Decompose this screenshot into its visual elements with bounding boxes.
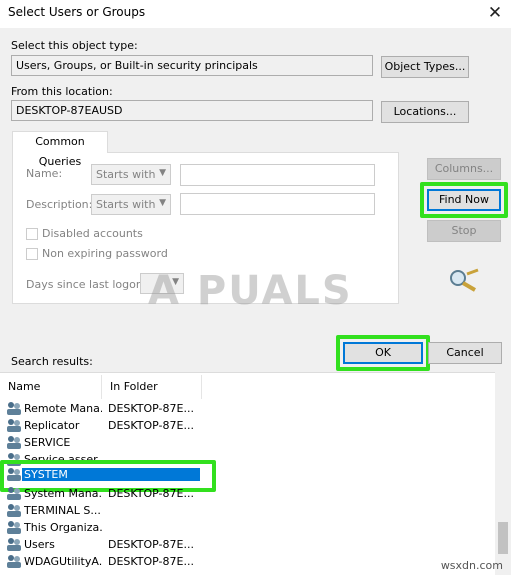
scrollbar-thumb[interactable] bbox=[498, 522, 508, 554]
location-label: From this location: bbox=[11, 85, 113, 98]
row-name: System Mana... bbox=[24, 487, 102, 500]
search-results-list: Name In Folder Remote Mana... DESKTOP-87… bbox=[0, 372, 511, 575]
object-types-button[interactable]: Object Types... bbox=[381, 56, 469, 78]
description-input[interactable] bbox=[180, 193, 375, 215]
chevron-down-icon: ▼ bbox=[159, 198, 166, 208]
user-group-icon bbox=[7, 402, 21, 415]
results-scrollbar[interactable] bbox=[495, 372, 511, 575]
description-label: Description: bbox=[26, 198, 93, 211]
name-starts-with-value: Starts with bbox=[96, 168, 156, 181]
window-title: Select Users or Groups bbox=[8, 5, 146, 19]
row-name: TERMINAL S... bbox=[24, 504, 101, 517]
table-row[interactable]: Users DESKTOP-87E... bbox=[0, 536, 495, 553]
user-group-icon bbox=[7, 436, 21, 449]
row-name: Users bbox=[24, 538, 55, 551]
name-input[interactable] bbox=[180, 164, 375, 186]
disabled-accounts-checkbox[interactable] bbox=[26, 228, 38, 240]
description-starts-with-select[interactable]: Starts with ▼ bbox=[91, 194, 171, 215]
row-name: This Organiza... bbox=[24, 521, 102, 534]
object-type-label: Select this object type: bbox=[11, 39, 138, 52]
table-row[interactable]: TERMINAL S... bbox=[0, 502, 495, 519]
search-results-label: Search results: bbox=[11, 355, 93, 368]
row-name: Replicator bbox=[24, 419, 80, 432]
days-since-logon-label: Days since last logon: bbox=[26, 278, 147, 291]
row-name: WDAGUtilityA... bbox=[24, 555, 102, 568]
user-group-icon bbox=[7, 538, 21, 551]
columns-button[interactable]: Columns... bbox=[427, 158, 501, 180]
title-bar: Select Users or Groups ✕ bbox=[0, 0, 511, 28]
description-starts-with-value: Starts with bbox=[96, 198, 156, 211]
table-row[interactable]: SERVICE bbox=[0, 434, 495, 451]
select-users-dialog: Select Users or Groups ✕ Select this obj… bbox=[0, 0, 511, 575]
user-group-icon bbox=[7, 419, 21, 432]
user-group-icon bbox=[7, 468, 21, 481]
row-name: SERVICE bbox=[24, 436, 71, 449]
table-row[interactable]: System Mana... DESKTOP-87E... bbox=[0, 485, 495, 502]
table-row[interactable]: WDAGUtilityA... DESKTOP-87E... bbox=[0, 553, 495, 570]
location-field: DESKTOP-87EAUSD bbox=[11, 100, 373, 121]
user-group-icon bbox=[7, 521, 21, 534]
table-row-selected[interactable]: SYSTEM bbox=[0, 466, 495, 483]
row-folder: DESKTOP-87E... bbox=[108, 487, 194, 500]
name-label: Name: bbox=[26, 167, 63, 180]
row-name: Service asser... bbox=[24, 453, 102, 466]
find-now-button[interactable]: Find Now bbox=[427, 189, 501, 211]
non-expiring-checkbox[interactable] bbox=[26, 248, 38, 260]
row-folder: DESKTOP-87E... bbox=[108, 419, 194, 432]
row-folder: DESKTOP-87E... bbox=[108, 402, 194, 415]
user-group-icon bbox=[7, 453, 21, 466]
non-expiring-label: Non expiring password bbox=[42, 247, 168, 260]
row-folder: DESKTOP-87E... bbox=[108, 538, 194, 551]
tab-common-queries[interactable]: Common Queries bbox=[12, 131, 108, 168]
row-folder: DESKTOP-87E... bbox=[108, 555, 194, 568]
user-group-icon bbox=[7, 504, 21, 517]
row-name: SYSTEM bbox=[22, 468, 200, 481]
footer-watermark: wsxdn.com bbox=[440, 559, 503, 572]
locations-button[interactable]: Locations... bbox=[381, 101, 469, 123]
stop-button[interactable]: Stop bbox=[427, 220, 501, 242]
table-row[interactable]: Remote Mana... DESKTOP-87E... bbox=[0, 400, 495, 417]
ok-button[interactable]: OK bbox=[343, 342, 423, 364]
object-type-field: Users, Groups, or Built-in security prin… bbox=[11, 55, 373, 76]
column-header-name[interactable]: Name bbox=[0, 375, 102, 399]
close-icon[interactable]: ✕ bbox=[485, 2, 505, 24]
table-row[interactable]: This Organiza... bbox=[0, 519, 495, 536]
user-group-icon bbox=[7, 487, 21, 500]
row-name: Remote Mana... bbox=[24, 402, 102, 415]
cancel-button[interactable]: Cancel bbox=[428, 342, 502, 364]
disabled-accounts-label: Disabled accounts bbox=[42, 227, 143, 240]
table-row[interactable]: Replicator DESKTOP-87E... bbox=[0, 417, 495, 434]
appuals-watermark: A PUALS bbox=[148, 268, 353, 314]
column-header-in-folder[interactable]: In Folder bbox=[102, 375, 202, 399]
user-group-icon bbox=[7, 555, 21, 568]
chevron-down-icon: ▼ bbox=[159, 168, 166, 178]
name-starts-with-select[interactable]: Starts with ▼ bbox=[91, 164, 171, 185]
search-flashlight-icon bbox=[450, 268, 479, 292]
